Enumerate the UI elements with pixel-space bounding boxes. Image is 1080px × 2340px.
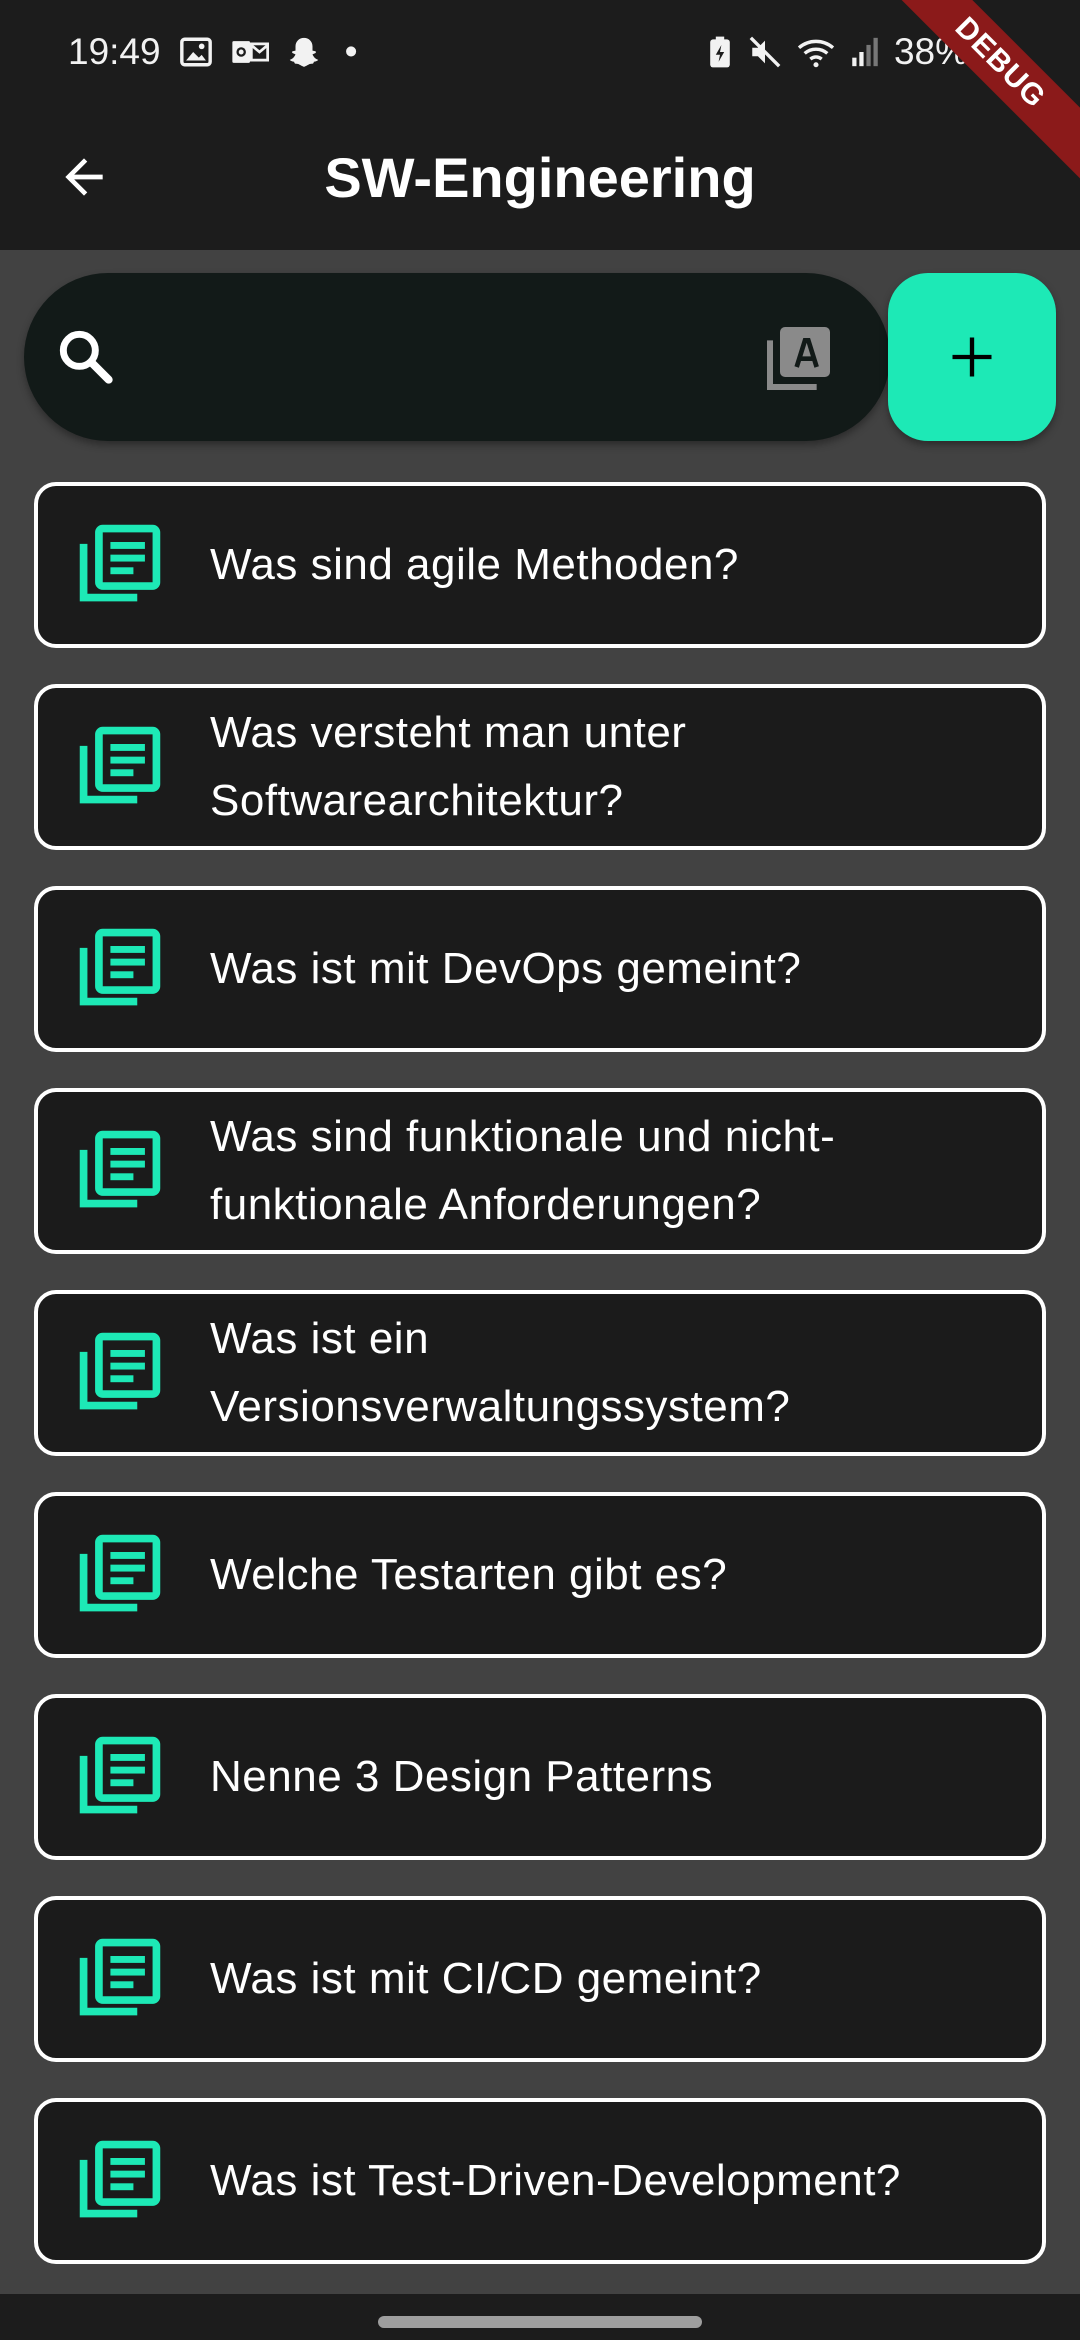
question-card[interactable]: Was versteht man unter Softwarearchitekt… bbox=[34, 684, 1046, 850]
question-card[interactable]: Nenne 3 Design Patterns bbox=[34, 1694, 1046, 1860]
question-label: Was sind agile Methoden? bbox=[210, 540, 739, 589]
question-label: Was ist mit DevOps gemeint? bbox=[210, 944, 802, 993]
question-list: Was sind agile Methoden? Was versteht ma… bbox=[34, 482, 1046, 2300]
app-bar: SW-Engineering bbox=[0, 104, 1080, 250]
add-button[interactable] bbox=[888, 273, 1056, 441]
question-label: Nenne 3 Design Patterns bbox=[210, 1752, 714, 1801]
signal-icon bbox=[850, 35, 880, 69]
status-bar-right: 38% bbox=[706, 31, 968, 73]
question-label: Was ist Test-Driven-Development? bbox=[210, 2156, 901, 2205]
question-card[interactable]: Was ist mit DevOps gemeint? bbox=[34, 886, 1046, 1052]
search-row bbox=[24, 273, 1056, 441]
back-button[interactable] bbox=[44, 137, 124, 217]
library-books-icon bbox=[79, 1534, 161, 1612]
mute-icon bbox=[748, 35, 782, 69]
search-bar[interactable] bbox=[24, 273, 890, 441]
library-books-icon bbox=[79, 1332, 161, 1410]
wifi-icon bbox=[796, 35, 836, 69]
question-card[interactable]: Was ist ein Versionsverwaltungssystem? bbox=[34, 1290, 1046, 1456]
notification-dot: • bbox=[344, 31, 358, 72]
question-card[interactable]: Was sind agile Methoden? bbox=[34, 482, 1046, 648]
question-label: Welche Testarten gibt es? bbox=[210, 1550, 728, 1599]
plus-icon bbox=[952, 337, 992, 377]
library-books-icon bbox=[79, 1130, 161, 1208]
status-bar-left: 19:49 • bbox=[68, 31, 358, 73]
gallery-icon bbox=[179, 35, 213, 69]
arrow-back-icon bbox=[65, 158, 103, 196]
snapchat-icon bbox=[287, 35, 321, 69]
question-card[interactable]: Welche Testarten gibt es? bbox=[34, 1492, 1046, 1658]
status-time: 19:49 bbox=[68, 31, 161, 72]
library-books-icon bbox=[79, 1736, 161, 1814]
battery-saver-icon bbox=[706, 35, 734, 69]
question-card[interactable]: Was ist Test-Driven-Development? bbox=[34, 2098, 1046, 2264]
page-title: SW-Engineering bbox=[324, 145, 756, 209]
library-books-icon bbox=[79, 726, 161, 804]
library-books-icon bbox=[79, 928, 161, 1006]
search-icon bbox=[59, 330, 113, 384]
outlook-icon bbox=[231, 35, 269, 69]
home-indicator[interactable] bbox=[378, 2316, 702, 2328]
library-books-icon bbox=[79, 2140, 161, 2218]
question-label: Was sind funktionale und nicht-funktiona… bbox=[210, 1112, 836, 1229]
question-label: Was ist mit CI/CD gemeint? bbox=[210, 1954, 762, 2003]
library-books-icon bbox=[79, 1938, 161, 2016]
question-card[interactable]: Was ist mit CI/CD gemeint? bbox=[34, 1896, 1046, 2062]
translate-icon[interactable] bbox=[760, 317, 840, 397]
question-card[interactable]: Was sind funktionale und nicht-funktiona… bbox=[34, 1088, 1046, 1254]
question-label: Was versteht man unter Softwarearchitekt… bbox=[210, 708, 687, 825]
search-input[interactable] bbox=[134, 307, 734, 407]
question-label: Was ist ein Versionsverwaltungssystem? bbox=[210, 1314, 791, 1431]
library-books-icon bbox=[79, 524, 161, 602]
